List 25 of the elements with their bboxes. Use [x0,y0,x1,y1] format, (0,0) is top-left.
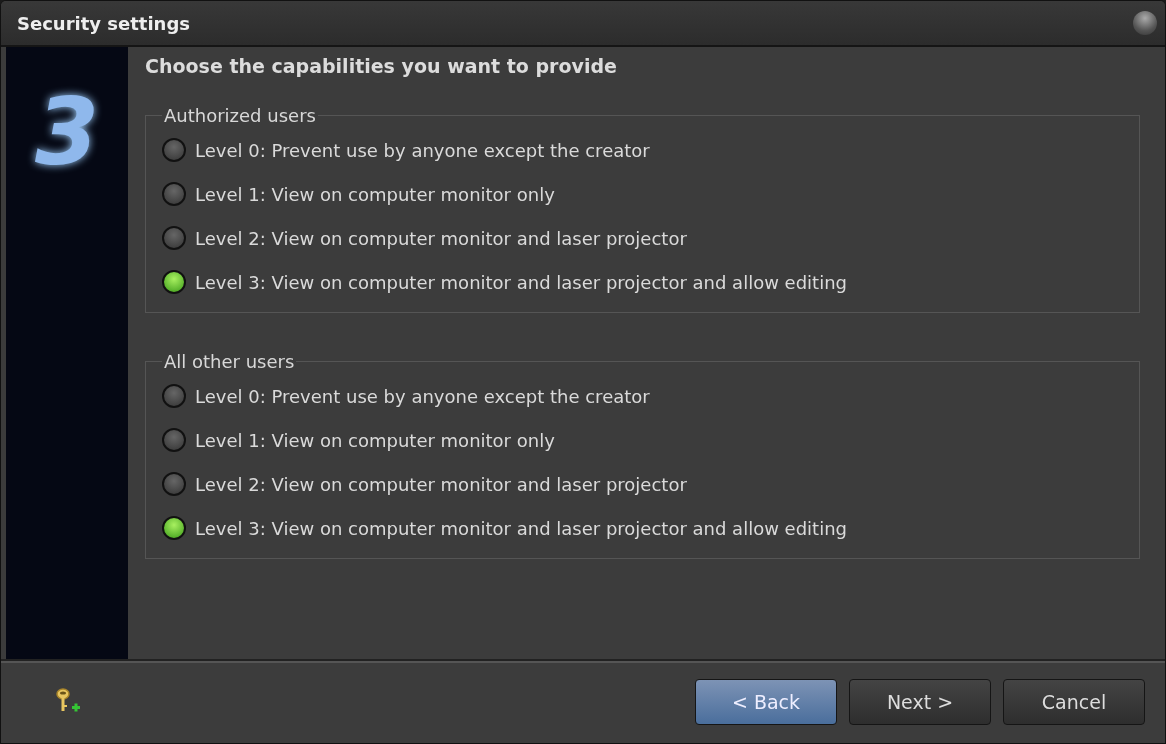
option-label[interactable]: Level 0: Prevent use by anyone except the creator [195,385,650,407]
logo: 3 [35,87,99,179]
option-label[interactable]: Level 2: View on computer monitor and laser projector [195,227,687,249]
radio-button[interactable] [162,138,186,162]
window-title: Security settings [17,12,191,34]
radio-button[interactable] [162,428,186,452]
radio-button[interactable] [162,384,186,408]
option-label[interactable]: Level 1: View on computer monitor only [195,429,555,451]
wizard-button[interactable]: Cancel [1003,679,1145,725]
option-label[interactable]: Level 1: View on computer monitor only [195,183,555,205]
radio-button[interactable] [162,516,186,540]
option-label[interactable]: Level 0: Prevent use by anyone except the creator [195,139,650,161]
radio-button[interactable] [162,270,186,294]
radio-button[interactable] [162,226,186,250]
radio-button[interactable] [162,182,186,206]
wizard-button[interactable]: Next > [849,679,991,725]
group-title: All other users [163,351,296,372]
option-label[interactable]: Level 3: View on computer monitor and laser projector and allow editing [195,517,847,539]
wizard-button[interactable]: < Back [695,679,837,725]
page-heading: Choose the capabilities you want to provide [145,55,618,77]
group-title: Authorized users [163,105,317,126]
radio-button[interactable] [162,472,186,496]
option-label[interactable]: Level 2: View on computer monitor and laser projector [195,473,687,495]
close-button[interactable] [1133,11,1157,35]
option-label[interactable]: Level 3: View on computer monitor and laser projector and allow editing [195,271,847,293]
